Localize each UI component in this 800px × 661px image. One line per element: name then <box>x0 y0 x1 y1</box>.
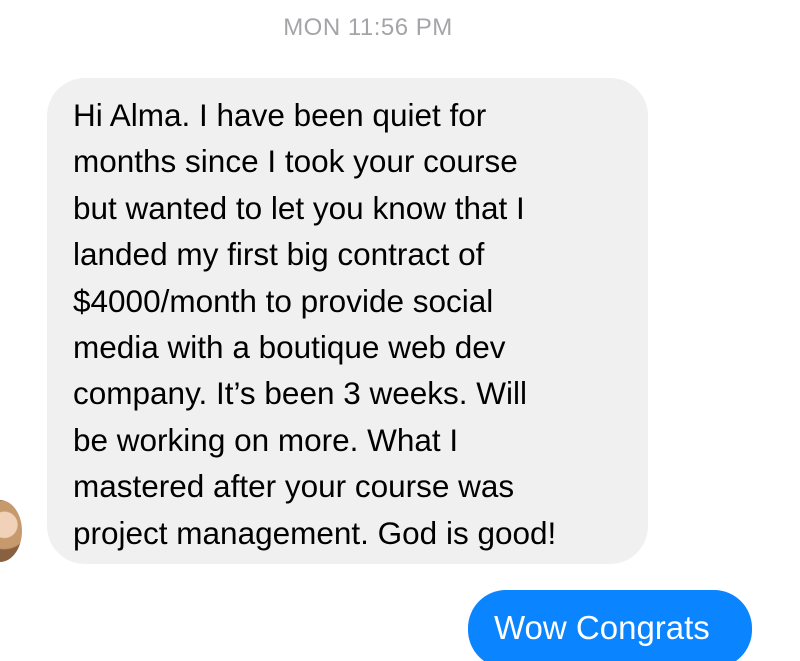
message-line: media with a boutique web dev <box>73 329 506 366</box>
message-line: Hi Alma. I have been quiet for <box>73 97 487 133</box>
outgoing-message-bubble[interactable]: Wow Congrats <box>468 590 752 661</box>
incoming-message-bubble[interactable]: Hi Alma. I have been quiet for months si… <box>47 78 648 564</box>
sender-avatar[interactable] <box>0 500 22 562</box>
message-line: but wanted to let you know that I <box>73 189 525 226</box>
message-line: landed my first big contract of <box>73 236 485 273</box>
message-timestamp: MON 11:56 PM <box>283 14 453 41</box>
message-line: be working on more. What I <box>73 421 459 458</box>
message-line: project management. God is good! <box>73 514 557 551</box>
message-line: $4000/month to provide social <box>73 282 494 319</box>
message-line: company. It’s been 3 weeks. Will <box>73 375 528 412</box>
chat-thread: MON 11:56 PM Hi Alma. I have been quiet … <box>0 0 800 661</box>
message-line: months since I took your course <box>73 143 518 180</box>
message-line: mastered after your course was <box>73 468 515 505</box>
